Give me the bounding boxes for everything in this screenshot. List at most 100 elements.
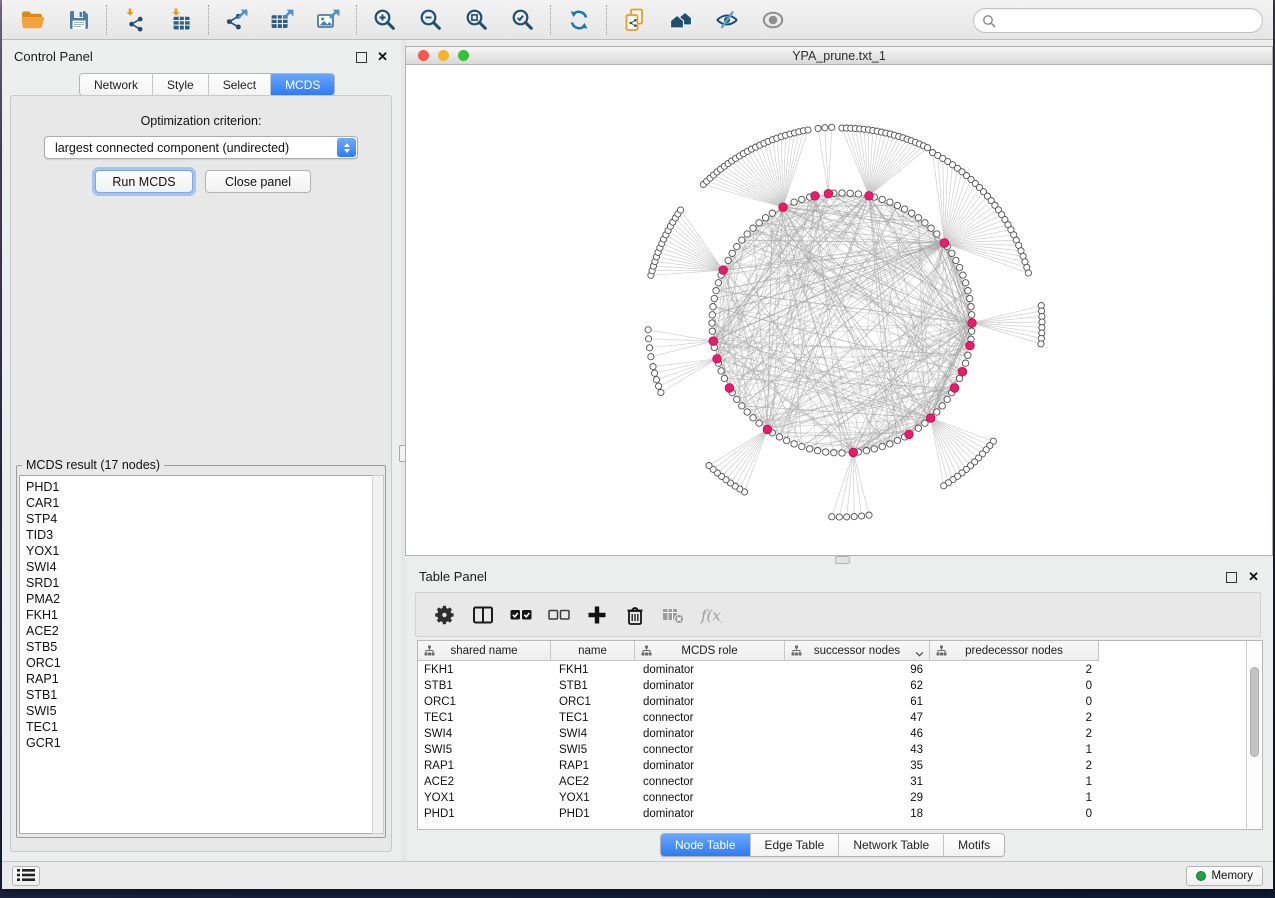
optimization-criterion-label: Optimization criterion: bbox=[11, 114, 391, 128]
table-cell: YOX1 bbox=[418, 790, 551, 806]
table-cell: STB1 bbox=[551, 678, 635, 694]
run-mcds-button[interactable]: Run MCDS bbox=[95, 170, 193, 193]
tab-mcds[interactable]: MCDS bbox=[271, 74, 334, 95]
table-cell: dominator bbox=[635, 662, 785, 678]
mcds-result-item[interactable]: SRD1 bbox=[26, 575, 372, 591]
select-all-checked-icon[interactable] bbox=[508, 602, 534, 628]
table-cell: RAP1 bbox=[418, 758, 551, 774]
mcds-result-item[interactable]: TID3 bbox=[26, 527, 372, 543]
mcds-result-item[interactable]: YOX1 bbox=[26, 543, 372, 559]
open-file-icon[interactable] bbox=[18, 5, 48, 35]
tab-style[interactable]: Style bbox=[153, 74, 209, 95]
mcds-result-item[interactable]: ACE2 bbox=[26, 623, 372, 639]
control-panel-close-icon[interactable]: ✕ bbox=[377, 49, 388, 65]
table-row[interactable]: YOX1YOX1connector291 bbox=[418, 790, 1247, 806]
zoom-in-icon[interactable] bbox=[370, 5, 400, 35]
memory-button[interactable]: Memory bbox=[1186, 866, 1263, 886]
table-cell: 2 bbox=[930, 710, 1099, 726]
table-row[interactable]: PHD1PHD1dominator180 bbox=[418, 806, 1247, 822]
mcds-result-item[interactable]: STB1 bbox=[26, 687, 372, 703]
table-cell: YOX1 bbox=[551, 790, 635, 806]
network-canvas[interactable] bbox=[406, 65, 1272, 555]
tab-node-table[interactable]: Node Table bbox=[661, 834, 751, 856]
tab-edge-table[interactable]: Edge Table bbox=[751, 834, 840, 856]
network-window-titlebar[interactable]: YPA_prune.txt_1 bbox=[406, 47, 1272, 65]
table-row[interactable]: SWI5SWI5connector431 bbox=[418, 742, 1247, 758]
table-cell: 96 bbox=[785, 662, 930, 678]
table-cell: 61 bbox=[785, 694, 930, 710]
table-scrollbar-track[interactable] bbox=[1246, 641, 1262, 829]
deselect-all-icon[interactable] bbox=[546, 602, 572, 628]
eye-icon[interactable] bbox=[758, 5, 788, 35]
table-row[interactable]: STB1STB1dominator620 bbox=[418, 678, 1247, 694]
table-panel-close-icon[interactable]: ✕ bbox=[1248, 569, 1259, 585]
tab-motifs[interactable]: Motifs bbox=[944, 834, 1004, 856]
column-header-name[interactable]: name bbox=[551, 641, 635, 661]
add-plus-icon[interactable] bbox=[584, 602, 610, 628]
toolbar-separator bbox=[106, 5, 108, 35]
table-cell: dominator bbox=[635, 678, 785, 694]
column-header-successor-nodes[interactable]: successor nodes bbox=[785, 641, 930, 661]
table-row[interactable]: TEC1TEC1connector472 bbox=[418, 710, 1247, 726]
table-cell: dominator bbox=[635, 806, 785, 822]
table-cell: dominator bbox=[635, 694, 785, 710]
table-row[interactable]: RAP1RAP1dominator352 bbox=[418, 758, 1247, 774]
homes-icon[interactable] bbox=[666, 5, 696, 35]
mcds-result-item[interactable]: STB5 bbox=[26, 639, 372, 655]
table-cell: 18 bbox=[785, 806, 930, 822]
new-network-document-icon[interactable] bbox=[620, 5, 650, 35]
mcds-result-item[interactable]: PHD1 bbox=[26, 479, 372, 495]
table-row[interactable]: FKH1FKH1dominator962 bbox=[418, 662, 1247, 678]
table-row[interactable]: ORC1ORC1dominator610 bbox=[418, 694, 1247, 710]
search-input[interactable] bbox=[996, 12, 1262, 30]
import-table-icon[interactable] bbox=[166, 5, 196, 35]
control-panel-title: Control Panel bbox=[14, 49, 93, 64]
search-box[interactable] bbox=[973, 8, 1263, 33]
mcds-result-item[interactable]: SWI4 bbox=[26, 559, 372, 575]
refresh-icon[interactable] bbox=[564, 5, 594, 35]
result-scrollbar-track[interactable] bbox=[372, 475, 384, 834]
table-row[interactable]: SWI4SWI4dominator462 bbox=[418, 726, 1247, 742]
mcds-result-item[interactable]: ORC1 bbox=[26, 655, 372, 671]
mcds-result-item[interactable]: GCR1 bbox=[26, 735, 372, 751]
import-network-icon[interactable] bbox=[120, 5, 150, 35]
mcds-result-list[interactable]: PHD1CAR1STP4TID3YOX1SWI4SRD1PMA2FKH1ACE2… bbox=[19, 475, 373, 834]
control-panel: Control Panel ✕ NetworkStyleSelectMCDS O… bbox=[2, 40, 401, 861]
horizontal-splitter[interactable] bbox=[405, 556, 1273, 564]
export-network-icon[interactable] bbox=[222, 5, 252, 35]
panel-list-button[interactable] bbox=[12, 866, 40, 886]
table-panel-float-icon[interactable] bbox=[1226, 572, 1237, 583]
table-cell: 2 bbox=[930, 662, 1099, 678]
horizontal-splitter-grip[interactable] bbox=[835, 556, 850, 564]
export-image-icon[interactable] bbox=[314, 5, 344, 35]
column-header-shared-name[interactable]: shared name bbox=[418, 641, 551, 661]
tab-select[interactable]: Select bbox=[209, 74, 271, 95]
mcds-result-item[interactable]: TEC1 bbox=[26, 719, 372, 735]
zoom-selected-icon[interactable] bbox=[508, 5, 538, 35]
mcds-result-item[interactable]: PMA2 bbox=[26, 591, 372, 607]
column-header-MCDS-role[interactable]: MCDS role bbox=[635, 641, 785, 661]
mcds-result-item[interactable]: RAP1 bbox=[26, 671, 372, 687]
mcds-result-item[interactable]: FKH1 bbox=[26, 607, 372, 623]
save-icon[interactable] bbox=[64, 5, 94, 35]
column-header-predecessor-nodes[interactable]: predecessor nodes bbox=[930, 641, 1099, 661]
close-panel-button[interactable]: Close panel bbox=[205, 170, 311, 193]
tab-network[interactable]: Network bbox=[80, 74, 153, 95]
table-toolbar: f(x) bbox=[415, 592, 1261, 637]
table-cell: 0 bbox=[930, 806, 1099, 822]
table-scrollbar-thumb[interactable] bbox=[1250, 667, 1259, 757]
settings-gear-icon[interactable] bbox=[432, 602, 458, 628]
control-panel-float-icon[interactable] bbox=[356, 52, 367, 63]
zoom-out-icon[interactable] bbox=[416, 5, 446, 35]
export-table-icon[interactable] bbox=[268, 5, 298, 35]
criterion-select[interactable]: largest connected component (undirected) bbox=[44, 136, 358, 159]
mcds-result-item[interactable]: SWI5 bbox=[26, 703, 372, 719]
eye-slash-icon[interactable] bbox=[712, 5, 742, 35]
delete-trash-icon[interactable] bbox=[622, 602, 648, 628]
table-row[interactable]: ACE2ACE2connector311 bbox=[418, 774, 1247, 790]
zoom-fit-icon[interactable] bbox=[462, 5, 492, 35]
mcds-result-item[interactable]: STP4 bbox=[26, 511, 372, 527]
tab-network-table[interactable]: Network Table bbox=[839, 834, 944, 856]
mcds-result-item[interactable]: CAR1 bbox=[26, 495, 372, 511]
split-panel-icon[interactable] bbox=[470, 602, 496, 628]
